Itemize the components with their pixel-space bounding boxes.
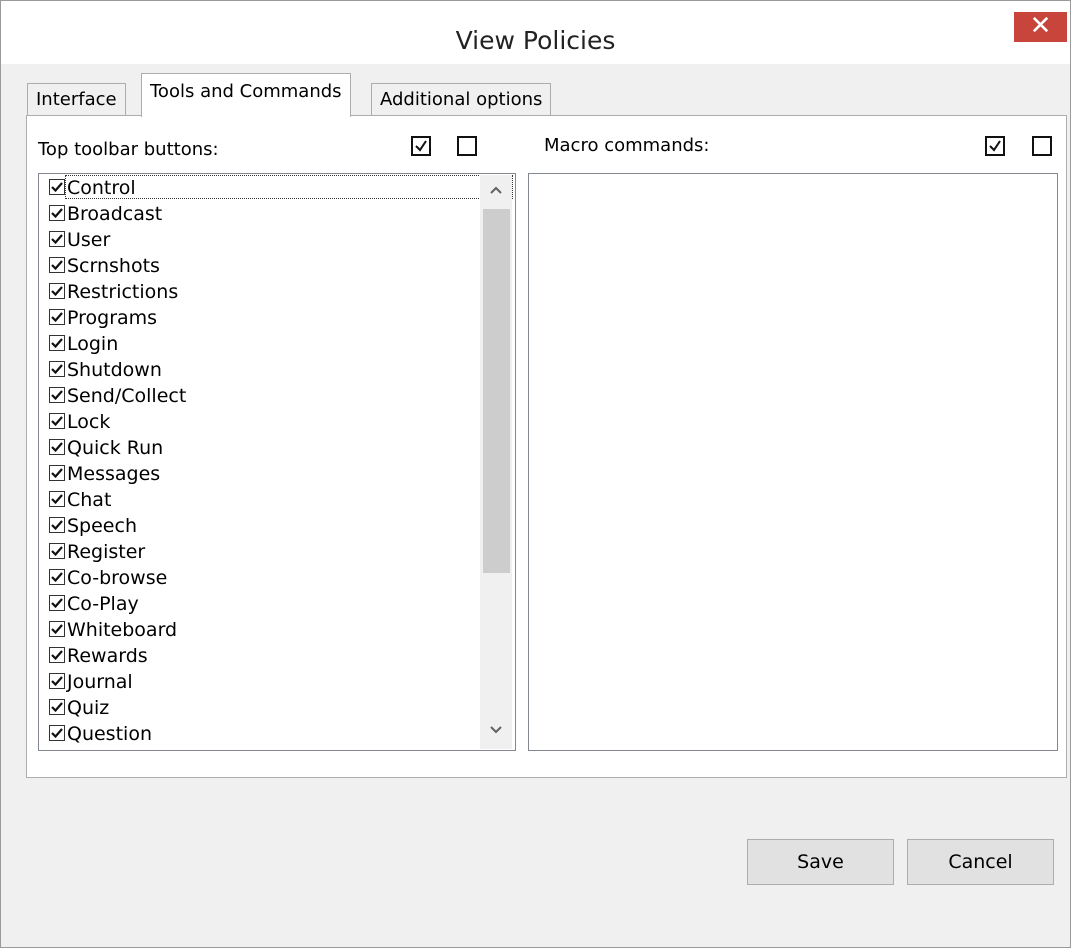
item-checkbox[interactable] — [49, 231, 65, 247]
item-checkbox[interactable] — [49, 621, 65, 637]
check-icon — [51, 546, 63, 557]
toolbar-buttons-list[interactable]: Control Broadcast User Scrnshots Restriction… — [38, 173, 516, 751]
check-icon — [51, 312, 63, 323]
toolbar-check-all-button[interactable] — [411, 136, 431, 156]
top-toolbar-buttons-label: Top toolbar buttons: — [38, 139, 219, 160]
item-checkbox[interactable] — [49, 699, 65, 715]
toolbar-uncheck-all-button[interactable] — [457, 136, 477, 156]
item-checkbox[interactable] — [49, 673, 65, 689]
tab-panel: Top toolbar buttons: Control Broadcast Use… — [26, 115, 1067, 778]
scroll-down-button[interactable] — [480, 715, 512, 747]
item-label: Chat — [67, 489, 112, 511]
item-label: Broadcast — [67, 203, 163, 225]
macro-commands-label: Macro commands: — [544, 135, 710, 156]
item-checkbox[interactable] — [49, 257, 65, 273]
item-label: Question — [67, 723, 152, 745]
tab-additional-options[interactable]: Additional options — [371, 83, 552, 116]
macro-commands-list[interactable] — [528, 173, 1058, 751]
check-icon — [51, 676, 63, 687]
item-label: Login — [67, 333, 119, 355]
item-checkbox[interactable] — [49, 335, 65, 351]
check-icon — [51, 338, 63, 349]
item-label: Rewards — [67, 645, 148, 667]
item-label: Register — [67, 541, 146, 563]
chevron-up-icon — [490, 186, 502, 194]
item-checkbox[interactable] — [49, 179, 65, 195]
item-label: Scrnshots — [67, 255, 160, 277]
check-icon — [51, 728, 63, 739]
item-checkbox[interactable] — [49, 517, 65, 533]
item-label: Co-browse — [67, 567, 168, 589]
check-icon — [51, 260, 63, 271]
close-icon: ✕ — [1029, 11, 1052, 41]
save-button[interactable]: Save — [747, 839, 894, 885]
tab-interface[interactable]: Interface — [27, 83, 126, 116]
check-icon — [51, 494, 63, 505]
item-checkbox[interactable] — [49, 413, 65, 429]
dialog-title: View Policies — [455, 26, 616, 55]
item-label: Messages — [67, 463, 161, 485]
item-checkbox[interactable] — [49, 491, 65, 507]
item-checkbox[interactable] — [49, 387, 65, 403]
item-label: Lock — [67, 411, 111, 433]
checked-box-icon — [415, 140, 427, 152]
check-icon — [51, 442, 63, 453]
macro-check-all-button[interactable] — [985, 136, 1005, 156]
item-checkbox[interactable] — [49, 439, 65, 455]
checked-box-icon — [989, 140, 1001, 152]
check-icon — [51, 234, 63, 245]
list-scrollbar[interactable] — [480, 175, 512, 749]
item-label: Journal — [67, 671, 133, 693]
item-checkbox[interactable] — [49, 309, 65, 325]
item-checkbox[interactable] — [49, 595, 65, 611]
item-label: Whiteboard — [67, 619, 178, 641]
item-label: Programs — [67, 307, 158, 329]
cancel-button[interactable]: Cancel — [907, 839, 1054, 885]
item-label: Speech — [67, 515, 137, 537]
check-icon — [51, 572, 63, 583]
tab-tools-and-commands[interactable]: Tools and Commands — [141, 73, 351, 117]
item-label: Restrictions — [67, 281, 179, 303]
item-checkbox[interactable] — [49, 647, 65, 663]
check-icon — [51, 416, 63, 427]
title-bar: View Policies ✕ — [1, 1, 1070, 64]
check-icon — [51, 468, 63, 479]
check-icon — [51, 702, 63, 713]
check-icon — [51, 390, 63, 401]
view-policies-dialog: View Policies ✕ Interface Tools and Comm… — [0, 0, 1071, 948]
item-checkbox[interactable] — [49, 725, 65, 741]
item-label: User — [67, 229, 111, 251]
item-checkbox[interactable] — [49, 205, 65, 221]
close-button[interactable]: ✕ — [1014, 12, 1067, 42]
item-label: Quick Run — [67, 437, 164, 459]
item-label: Control — [67, 177, 136, 199]
check-icon — [51, 286, 63, 297]
item-checkbox[interactable] — [49, 283, 65, 299]
check-icon — [51, 624, 63, 635]
item-label: Shutdown — [67, 359, 162, 381]
scroll-up-button[interactable] — [480, 175, 512, 207]
item-checkbox[interactable] — [49, 569, 65, 585]
check-icon — [51, 650, 63, 661]
check-icon — [51, 182, 63, 193]
item-checkbox[interactable] — [49, 361, 65, 377]
check-icon — [51, 520, 63, 531]
macro-uncheck-all-button[interactable] — [1032, 136, 1052, 156]
item-label: Send/Collect — [67, 385, 187, 407]
check-icon — [51, 598, 63, 609]
check-icon — [51, 208, 63, 219]
item-label: Co-Play — [67, 593, 139, 615]
chevron-down-icon — [490, 726, 502, 734]
item-checkbox[interactable] — [49, 543, 65, 559]
item-checkbox[interactable] — [49, 465, 65, 481]
check-icon — [51, 364, 63, 375]
item-label: Quiz — [67, 697, 110, 719]
scroll-thumb[interactable] — [483, 209, 510, 573]
